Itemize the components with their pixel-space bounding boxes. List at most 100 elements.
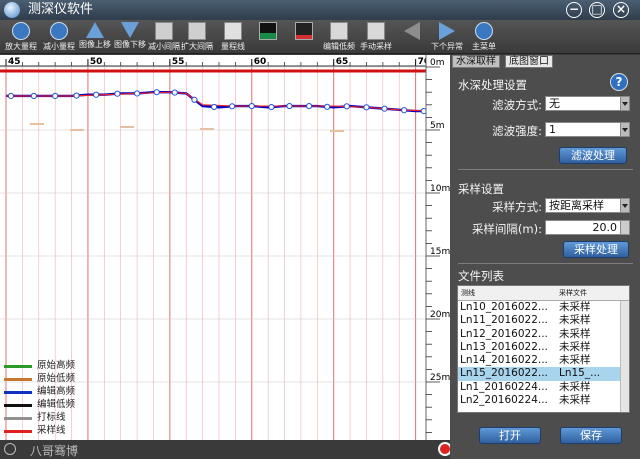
legend-label: 原始高频 <box>37 360 76 371</box>
tab-water-sampling[interactable]: 水深取样 <box>452 55 500 68</box>
spinner-icon[interactable] <box>620 221 629 234</box>
column-header-sample[interactable]: 采样文件 <box>559 286 587 301</box>
sample-process-button[interactable]: 采样处理 <box>563 241 629 258</box>
sample-point <box>324 103 331 110</box>
toolbar-label: 手动采样 <box>360 42 392 51</box>
noise-mark <box>30 123 44 125</box>
sample-point <box>381 105 388 112</box>
filter-strength-label: 滤波强度: <box>492 124 542 138</box>
noise-mark <box>120 126 134 128</box>
manual-sample-icon <box>367 22 385 40</box>
toolbar-button-manual-sample[interactable]: 手动采样 <box>358 21 394 53</box>
file-list-row[interactable]: Ln13_2016022... 未采样 <box>458 341 629 354</box>
toolbar-label: 下个异常 <box>431 42 463 51</box>
sample-point <box>171 89 178 96</box>
sample-point <box>191 96 198 103</box>
file-sample-status: 未采样 <box>559 340 591 353</box>
toolbar-button-shrink-interval[interactable]: 减小间隔 <box>148 21 180 53</box>
column-header-line[interactable]: 测线 <box>461 286 475 301</box>
file-sample-status: 未采样 <box>559 394 591 407</box>
file-list-scrollbar[interactable] <box>620 301 629 412</box>
status-text: 八哥骞博 <box>30 444 79 458</box>
depth-tick-label: 20m <box>430 310 450 320</box>
toolbar-button-expand-interval[interactable]: 扩大间隔 <box>180 21 214 53</box>
chevron-down-icon <box>620 199 629 212</box>
file-sample-status: 未采样 <box>559 301 591 313</box>
toolbar-label: 图像上移 <box>79 40 111 49</box>
edit-low-freq-icon <box>330 22 348 40</box>
toolbar-button-arrow-up[interactable]: 图像上移 <box>78 21 112 53</box>
depth-tick-label: 5m <box>430 121 445 131</box>
depth-tick-label: 10m <box>430 184 450 194</box>
toolbar-button-zoom-in[interactable]: 放大量程 <box>2 21 40 53</box>
toolbar-button-zoom-out[interactable]: 减小量程 <box>40 21 78 53</box>
file-list-row[interactable]: Ln2_20160224... 未采样 <box>458 394 629 407</box>
sample-point <box>153 89 160 96</box>
chevron-down-icon <box>620 97 629 110</box>
x-tick-label: 55 <box>172 57 185 67</box>
sample-point <box>133 90 141 97</box>
file-sample-status: 未采样 <box>559 380 591 393</box>
chevron-down-icon <box>620 123 629 136</box>
sample-interval-value: 20.0 <box>592 221 618 234</box>
legend-swatch <box>4 404 32 407</box>
close-button[interactable]: × <box>613 2 629 18</box>
help-icon[interactable]: ? <box>610 73 628 91</box>
divider <box>458 169 633 170</box>
save-button[interactable]: 保存 <box>560 427 622 444</box>
sample-settings-title: 采样设置 <box>458 182 504 196</box>
sample-point <box>306 102 313 110</box>
sample-point <box>286 102 293 110</box>
legend-swatch <box>4 378 32 381</box>
app-window: 测深仪软件 − □ × 放大量程 减小量程 图像上移 图像下移 减小间隔 扩大间隔 量程线编… <box>0 0 640 459</box>
file-line-name: Ln14_2016022... <box>460 354 548 367</box>
toolbar-button-edit-low-freq[interactable]: 编辑低频 <box>322 21 356 53</box>
file-list-row[interactable]: Ln10_2016022... 未采样 <box>458 301 629 314</box>
filter-mode-select[interactable]: 无 <box>545 96 630 111</box>
status-bar: 八哥骞博 <box>0 440 452 459</box>
toolbar-label: 减小量程 <box>43 42 75 51</box>
toolbar-button-main-menu[interactable]: 主菜单 <box>470 21 498 53</box>
file-list-row[interactable]: Ln1_20160224... 未采样 <box>458 381 629 394</box>
sample-point <box>73 92 80 99</box>
x-tick-label: 50 <box>90 57 103 67</box>
sample-interval-label: 采样间隔(m): <box>471 222 542 236</box>
minimize-button[interactable]: − <box>566 2 582 18</box>
file-list-row[interactable]: Ln12_2016022... 未采样 <box>458 328 629 341</box>
sample-point <box>30 92 37 100</box>
legend-swatch <box>4 365 32 368</box>
toolbar-button-arrow-down[interactable]: 图像下移 <box>113 21 147 53</box>
toolbar-label: 减小间隔 <box>148 42 180 51</box>
sample-method-select[interactable]: 按距离采样 <box>545 198 630 213</box>
noise-mark <box>330 130 344 132</box>
depth-tick-label: 15m <box>430 247 450 257</box>
legend-swatch <box>4 430 32 433</box>
open-button[interactable]: 打开 <box>479 427 541 444</box>
shrink-interval-icon <box>155 22 173 40</box>
toolbar-button-edit-line[interactable] <box>287 21 321 53</box>
toolbar-label: 扩大间隔 <box>181 42 213 51</box>
filter-process-button[interactable]: 滤波处理 <box>559 147 627 164</box>
tab-basemap[interactable]: 底图窗口 <box>505 55 553 68</box>
legend-label: 原始低频 <box>37 373 76 384</box>
file-list-row[interactable]: Ln15_2016022... Ln15_... <box>458 367 629 381</box>
filter-strength-select[interactable]: 1 <box>545 122 630 137</box>
file-list-row[interactable]: Ln14_2016022... 未采样 <box>458 354 629 367</box>
toolbar-button-next-arrow[interactable]: 下个异常 <box>430 21 464 53</box>
legend-swatch <box>4 417 32 420</box>
toolbar-button-waveform[interactable] <box>252 21 284 53</box>
side-panel: 水深取样 底图窗口 水深处理设置 ? 滤波方式: 无 滤波强度: 1 滤波处理 … <box>450 55 640 459</box>
sample-point <box>114 90 121 97</box>
sample-point <box>401 107 408 114</box>
maximize-button[interactable]: □ <box>589 2 605 18</box>
file-list[interactable]: 测线 采样文件 Ln10_2016022... 未采样 Ln11_2016022..… <box>457 285 630 413</box>
echogram-chart[interactable]: 45 50 55 60 65 70 0m 5m 10m 15m 20m 25m 原始高频 原始低频 编辑高… <box>0 55 450 440</box>
toolbar-label: 图像下移 <box>114 40 146 49</box>
toolbar-button-prev-arrow[interactable] <box>397 21 427 53</box>
sample-point <box>343 103 350 110</box>
sample-method-label: 采样方式: <box>492 200 542 214</box>
file-list-row[interactable]: Ln11_2016022... 未采样 <box>458 314 629 327</box>
toolbar-button-range-line[interactable]: 量程线 <box>215 21 251 53</box>
zoom-out-icon <box>50 22 68 40</box>
sample-interval-input[interactable]: 20.0 <box>545 220 630 235</box>
